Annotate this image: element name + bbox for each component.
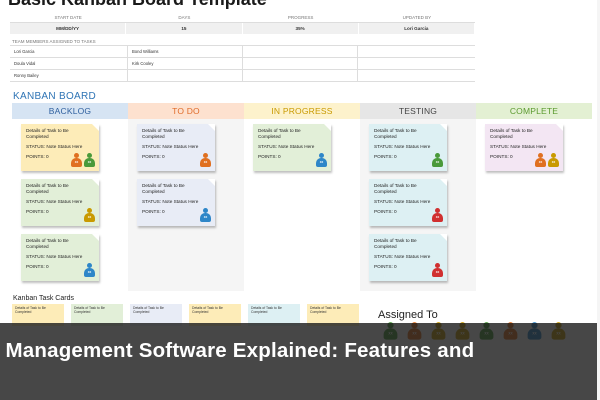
task-card-status: STATUS: Note Status Here: [26, 253, 83, 259]
task-card[interactable]: Details of Task to Be Completed STATUS: N…: [253, 124, 331, 171]
task-card-status: STATUS: Note Status Here: [26, 143, 83, 149]
days-header: DAYS: [126, 12, 243, 23]
column-header-in-progress: IN PROGRESS: [244, 103, 360, 119]
task-card-title: Details of Task to Be Completed: [258, 128, 301, 139]
task-card-status: STATUS: Note Status Here: [258, 143, 315, 149]
task-card-title: Details of Task to Be Completed: [374, 183, 417, 194]
task-card-status: STATUS: Note Status Here: [142, 198, 199, 204]
team-cell[interactable]: [243, 58, 358, 69]
assignee-avatar-icon: XX: [200, 153, 211, 168]
kanban-board: BACKLOG TO DO IN PROGRESS TESTING COMPLE…: [12, 103, 592, 291]
assignee-avatar-icon: XX: [432, 153, 443, 168]
team-cell[interactable]: [358, 70, 475, 81]
kanban-board-title: KANBAN BOARD: [13, 91, 97, 102]
task-cards-title: Kanban Task Cards: [13, 295, 74, 302]
start-date-value[interactable]: MM/DD/YY: [10, 23, 127, 34]
team-cell[interactable]: Doula Vidal: [10, 58, 128, 69]
task-card-status: STATUS: Note Status Here: [490, 143, 547, 149]
info-header-row: START DATE DAYS PROGRESS UPDATED BY: [10, 12, 475, 23]
task-card[interactable]: Details of Task to Be Completed STATUS: N…: [21, 234, 99, 281]
progress-value[interactable]: 35%: [242, 23, 359, 34]
banner-headline[interactable]: k Management Software Explained: Feature…: [0, 339, 474, 363]
column-header-testing: TESTING: [360, 103, 476, 119]
task-card-title: Details of Task to Be Completed: [490, 128, 533, 139]
assignee-avatar-icon: XX: [316, 153, 327, 168]
assignee-avatar-icon: XX: [84, 153, 95, 168]
team-cell[interactable]: Ronny Bailey: [10, 70, 128, 81]
task-card-status: STATUS: Note Status Here: [142, 143, 199, 149]
assignee-avatar-icon: XX: [84, 208, 95, 223]
project-info-table: START DATE DAYS PROGRESS UPDATED BY MM/D…: [10, 12, 475, 34]
task-card-status: STATUS: Note Status Here: [374, 143, 431, 149]
column-header-backlog: BACKLOG: [12, 103, 128, 119]
start-date-header: START DATE: [10, 12, 127, 23]
task-card[interactable]: Details of Task to Be Completed STATUS: N…: [485, 124, 563, 171]
task-card[interactable]: Details of Task to Be Completed STATUS: N…: [369, 124, 447, 171]
task-card-status: STATUS: Note Status Here: [374, 253, 431, 259]
team-cell[interactable]: [358, 46, 475, 57]
assignee-avatar-icon: XX: [535, 153, 546, 168]
team-cell[interactable]: [358, 58, 475, 69]
task-card[interactable]: Details of Task to Be Completed STATUS: N…: [369, 234, 447, 281]
team-row: Doula Vidal Kirk Cooley: [10, 58, 475, 70]
team-cell[interactable]: [128, 70, 243, 81]
progress-header: PROGRESS: [242, 12, 359, 23]
days-value[interactable]: 15: [126, 23, 243, 34]
team-cell[interactable]: [243, 46, 358, 57]
assigned-to-title: Assigned To: [378, 309, 438, 321]
assignee-avatar-icon: XX: [84, 263, 95, 278]
assignee-avatar-icon: XX: [200, 208, 211, 223]
task-card[interactable]: Details of Task to Be Completed STATUS: N…: [369, 179, 447, 226]
team-cell[interactable]: [243, 70, 358, 81]
team-members-table: Lori Garcia Bond Williams Doula Vidal Ki…: [10, 45, 475, 82]
team-cell[interactable]: Kirk Cooley: [128, 58, 243, 69]
team-cell[interactable]: Bond Williams: [128, 46, 243, 57]
task-card[interactable]: Details of Task to Be Completed STATUS: N…: [21, 124, 99, 171]
assignee-avatar-icon: XX: [548, 153, 559, 168]
spreadsheet-page: Basic Kanban Board Template START DATE D…: [0, 0, 600, 400]
assignee-avatar-icon: XX: [432, 263, 443, 278]
task-card[interactable]: Details of Task to Be Completed STATUS: N…: [137, 179, 215, 226]
team-cell[interactable]: Lori Garcia: [10, 46, 128, 57]
column-header-complete: COMPLETE: [476, 103, 592, 119]
updated-by-header: UPDATED BY: [358, 12, 475, 23]
task-card[interactable]: Details of Task to Be Completed STATUS: N…: [137, 124, 215, 171]
task-card[interactable]: Details of Task to Be Completed STATUS: N…: [21, 179, 99, 226]
task-card-title: Details of Task to Be Completed: [142, 128, 185, 139]
team-members-label: TEAM MEMBERS ASSIGNED TO TASKS: [12, 39, 96, 44]
team-row: Lori Garcia Bond Williams: [10, 46, 475, 58]
task-card-title: Details of Task to Be Completed: [142, 183, 185, 194]
task-card-status: STATUS: Note Status Here: [374, 198, 431, 204]
team-row: Ronny Bailey: [10, 70, 475, 82]
updated-by-value[interactable]: Lori Garcia: [358, 23, 475, 34]
document-title: Basic Kanban Board Template: [8, 0, 267, 10]
task-card-title: Details of Task to Be Completed: [26, 128, 69, 139]
task-card-title: Details of Task to Be Completed: [26, 183, 69, 194]
task-card-status: STATUS: Note Status Here: [26, 198, 83, 204]
task-card-title: Details of Task to Be Completed: [26, 238, 69, 249]
info-value-row: MM/DD/YY 15 35% Lori Garcia: [10, 23, 475, 34]
column-header-to-do: TO DO: [128, 103, 244, 119]
task-card-title: Details of Task to Be Completed: [374, 238, 417, 249]
assignee-avatar-icon: XX: [71, 153, 82, 168]
assignee-avatar-icon: XX: [432, 208, 443, 223]
task-card-title: Details of Task to Be Completed: [374, 128, 417, 139]
